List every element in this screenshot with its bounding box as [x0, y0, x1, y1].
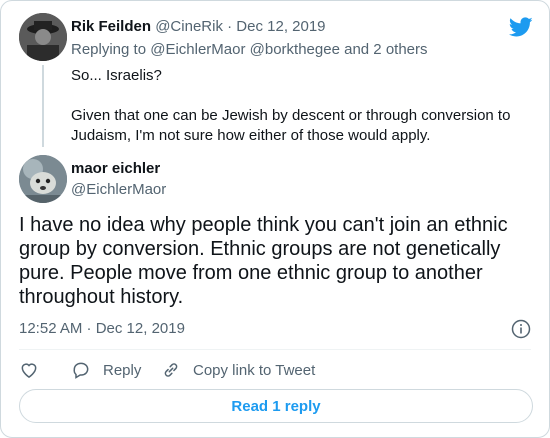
author-handle[interactable]: @EichlerMaor	[71, 181, 166, 199]
parent-avatar[interactable]	[19, 13, 67, 61]
tweet-timestamp[interactable]: 12:52 AM · Dec 12, 2019	[19, 320, 185, 338]
tweet-text: I have no idea why people think you can'…	[19, 214, 508, 308]
twitter-bird-icon[interactable]	[509, 15, 533, 39]
parent-header: Rik Feilden @CineRik · Dec 12, 2019	[71, 18, 326, 36]
replying-others[interactable]: and 2 others	[344, 41, 427, 58]
info-icon[interactable]	[511, 319, 531, 339]
parent-tweet-text: So... Israelis? Given that one can be Je…	[71, 66, 531, 146]
header-separator: ·	[227, 18, 233, 35]
link-icon	[164, 363, 178, 377]
parent-author-name[interactable]: Rik Feilden	[71, 18, 151, 35]
replying-to-line: Replying to @EichlerMaor @borkthegee and…	[71, 41, 428, 59]
heart-icon	[21, 363, 37, 378]
author-name[interactable]: maor eichler	[71, 160, 160, 178]
reply-button[interactable]: Reply	[71, 359, 141, 381]
read-replies-button[interactable]: Read 1 reply	[19, 389, 533, 423]
copy-link-label: Copy link to Tweet	[193, 361, 316, 379]
parent-date[interactable]: Dec 12, 2019	[236, 18, 325, 35]
replying-to-handles[interactable]: @EichlerMaor @borkthegee	[150, 41, 340, 58]
like-button[interactable]	[19, 359, 51, 381]
replying-prefix: Replying to	[71, 41, 147, 58]
copy-link-button[interactable]: Copy link to Tweet	[161, 359, 315, 381]
reply-label: Reply	[103, 361, 142, 379]
parent-author-handle[interactable]: @CineRik	[155, 18, 223, 35]
author-avatar[interactable]	[19, 155, 67, 203]
parent-paragraph: Given that one can be Jewish by descent …	[71, 107, 511, 144]
action-divider	[19, 349, 531, 350]
embedded-tweet-card: Rik Feilden @CineRik · Dec 12, 2019 Repl…	[0, 0, 550, 438]
reply-bubble-icon	[73, 362, 89, 379]
parent-paragraph: So... Israelis?	[71, 67, 162, 84]
thread-connector-line	[42, 65, 44, 147]
